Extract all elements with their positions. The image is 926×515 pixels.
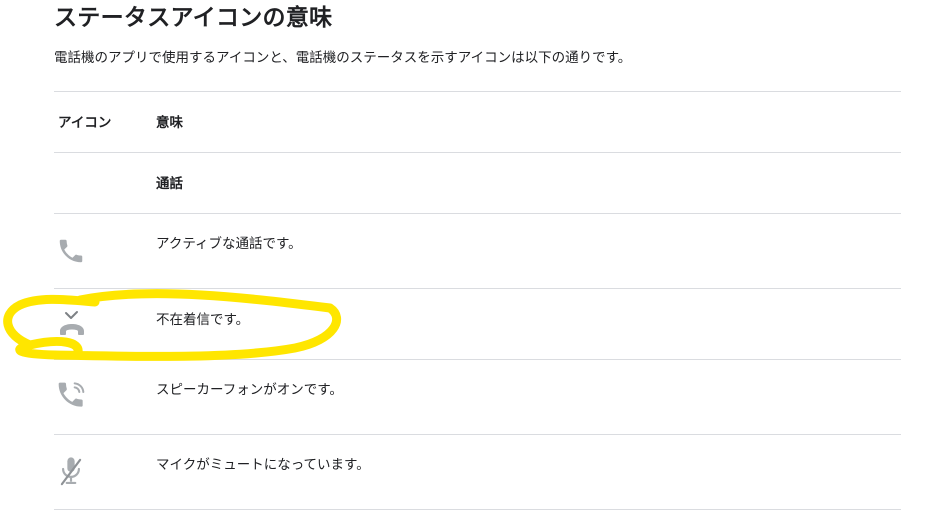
intro-paragraph: 電話機のアプリで使用するアイコンと、電話機のステータスを示すアイコンは以下の通り… (54, 50, 632, 66)
section-row-calls: 通話 (54, 152, 901, 213)
speakerphone-icon (56, 380, 146, 412)
table-row: アクティブな通話です。 (54, 213, 901, 288)
table-row: スピーカーフォンがオンです。 (54, 359, 901, 434)
row-meaning: 不在着信です。 (156, 312, 250, 328)
row-meaning: スピーカーフォンがオンです。 (156, 382, 343, 398)
table-row: 不在着信です。 (54, 288, 901, 359)
row-meaning: マイクがミュートになっています。 (156, 457, 370, 473)
mic-muted-icon (56, 455, 146, 489)
missed-call-icon (56, 309, 146, 339)
page-title: ステータスアイコンの意味 (54, 5, 333, 31)
status-icon-table: アイコン 意味 通話 アクティブな通話です。 不在着信です。 スピーカーフォンが… (54, 91, 901, 510)
row-meaning: アクティブな通話です。 (156, 236, 302, 252)
phone-icon (56, 236, 146, 266)
table-row: マイクがミュートになっています。 (54, 434, 901, 510)
header-icon: アイコン (58, 115, 112, 131)
header-meaning: 意味 (156, 115, 183, 131)
table-header-row: アイコン 意味 (54, 91, 901, 152)
section-label: 通話 (156, 176, 183, 192)
